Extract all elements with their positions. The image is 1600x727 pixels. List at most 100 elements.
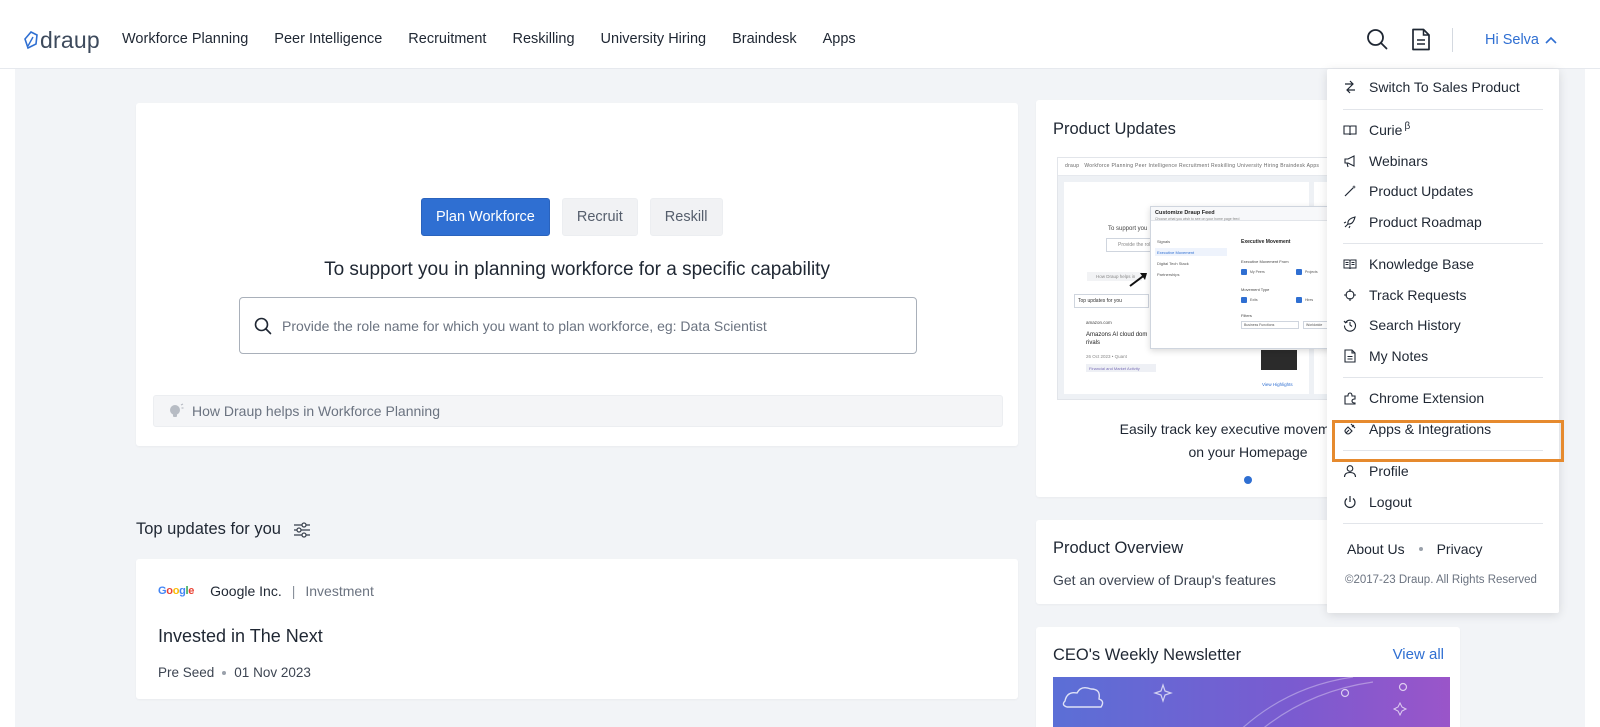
menu-label: Logout — [1369, 494, 1412, 510]
copyright-text: ©2017-23 Draup. All Rights Reserved — [1345, 574, 1537, 586]
nav-reskilling[interactable]: Reskilling — [512, 31, 574, 47]
sliders-icon[interactable] — [293, 521, 311, 539]
preview-popup-form-label: Executive Movement From — [1241, 259, 1289, 264]
preview-popup-type-option-1: Hires — [1305, 298, 1314, 302]
header-divider — [1452, 28, 1453, 52]
how-draup-helps-link[interactable]: How Draup helps in Workforce Planning — [153, 395, 1003, 427]
tab-reskill[interactable]: Reskill — [649, 198, 723, 236]
carousel-dot-active[interactable] — [1244, 476, 1252, 484]
menu-knowledge-base[interactable]: Knowledge Base — [1343, 254, 1474, 274]
update-company[interactable]: Google Inc. — [210, 583, 282, 599]
preview-bg-view: View Highlights — [1262, 382, 1293, 387]
how-draup-helps-text: How Draup helps in Workforce Planning — [192, 403, 440, 419]
newsletter-banner[interactable] — [1053, 677, 1450, 727]
draup-leaf-icon — [24, 30, 38, 49]
menu-label: My Notes — [1369, 348, 1429, 364]
role-search-placeholder: Provide the role name for which you want… — [282, 317, 767, 334]
capability-tabs: Plan Workforce Recruit Reskill — [421, 198, 723, 236]
preview-popup-filter-0: Business Functions — [1244, 323, 1275, 327]
nav-recruitment[interactable]: Recruitment — [408, 31, 486, 47]
main-nav: Workforce Planning Peer Intelligence Rec… — [122, 31, 882, 47]
tab-plan-workforce[interactable]: Plan Workforce — [421, 198, 550, 236]
preview-bg-text2: Provide the role — [1118, 242, 1154, 248]
role-search-input[interactable]: Provide the role name for which you want… — [239, 297, 917, 354]
menu-label: Product Roadmap — [1369, 214, 1482, 230]
user-icon — [1343, 464, 1357, 478]
notes-icon[interactable] — [1411, 28, 1431, 56]
nav-braindesk[interactable]: Braindesk — [732, 31, 796, 47]
preview-popup-filter-1: Worldwide — [1306, 323, 1323, 327]
google-logo: Google — [158, 585, 195, 597]
tab-recruit[interactable]: Recruit — [561, 198, 638, 236]
menu-curie[interactable]: Curie β — [1343, 120, 1410, 140]
menu-product-updates[interactable]: Product Updates — [1343, 181, 1473, 201]
preview-bg-title2: rivals — [1086, 340, 1101, 346]
nav-university-hiring[interactable]: University Hiring — [601, 31, 707, 47]
update-card-meta-row: Google Google Inc. | Investment — [158, 583, 374, 599]
menu-switch-to-sales[interactable]: Switch To Sales Product — [1343, 77, 1520, 97]
draup-logo[interactable]: draup — [24, 27, 100, 54]
preview-bg-text1: To support you — [1108, 226, 1148, 232]
menu-track-requests[interactable]: Track Requests — [1343, 285, 1467, 305]
about-us-link[interactable]: About Us — [1347, 541, 1405, 557]
preview-bg-source: amazon.com — [1086, 320, 1112, 325]
user-menu-toggle[interactable]: Hi Selva — [1485, 32, 1557, 48]
preview-popup-type-label: Movement Type — [1241, 287, 1270, 292]
update-date: 01 Nov 2023 — [234, 665, 311, 680]
highlight-box — [1332, 420, 1564, 462]
menu-product-roadmap[interactable]: Product Roadmap — [1343, 212, 1482, 232]
preview-popup-item-2: Digital Tech Stack — [1157, 261, 1189, 266]
menu-label: Curie — [1369, 122, 1403, 138]
wand-icon — [1343, 184, 1357, 198]
note-icon — [1343, 349, 1357, 363]
product-updates-title: Product Updates — [1053, 120, 1176, 138]
menu-search-history[interactable]: Search History — [1343, 315, 1461, 335]
nav-peer-intelligence[interactable]: Peer Intelligence — [274, 31, 382, 47]
history-icon — [1343, 318, 1357, 332]
preview-popup-form-option-1: Projects — [1305, 270, 1318, 274]
search-icon[interactable] — [1366, 28, 1388, 55]
lightbulb-icon — [170, 403, 184, 417]
menu-label: Chrome Extension — [1369, 390, 1485, 406]
menu-my-notes[interactable]: My Notes — [1343, 346, 1428, 366]
book-open-icon — [1343, 257, 1357, 271]
preview-popup-type-option-0: Exits — [1250, 298, 1258, 302]
ceo-newsletter-title: CEO's Weekly Newsletter — [1053, 646, 1242, 664]
logo-text: draup — [40, 27, 100, 53]
menu-label: Webinars — [1369, 153, 1428, 169]
preview-popup-subtitle: Choose what you wish to see on your home… — [1155, 217, 1240, 221]
menu-label: Profile — [1369, 463, 1409, 479]
product-overview-subtitle: Get an overview of Draup's features — [1053, 572, 1276, 588]
preview-nav: Workforce Planning Peer Intelligence Rec… — [1084, 163, 1320, 169]
menu-divider — [1343, 243, 1543, 244]
meta-dot — [222, 670, 227, 675]
ceo-newsletter-card: CEO's Weekly Newsletter View all — [1036, 627, 1460, 727]
greeting-text: Hi Selva — [1485, 32, 1539, 48]
update-title[interactable]: Invested in The Next — [158, 626, 323, 647]
menu-webinars[interactable]: Webinars — [1343, 151, 1428, 171]
beta-badge: β — [1404, 120, 1411, 132]
menu-divider — [1343, 523, 1543, 524]
menu-chrome-extension[interactable]: Chrome Extension — [1343, 388, 1484, 408]
update-meta: Pre Seed 01 Nov 2023 — [158, 665, 311, 680]
rocket-icon — [1343, 215, 1357, 229]
nav-workforce-planning[interactable]: Workforce Planning — [122, 31, 248, 47]
preview-popup-item-3: Partnerships — [1157, 272, 1180, 277]
preview-bg-meta: 26 Oct 2023 • Quant — [1086, 354, 1127, 359]
preview-popup-form-option-0: My Peers — [1250, 270, 1265, 274]
view-all-link[interactable]: View all — [1393, 646, 1444, 663]
hero-card: Plan Workforce Recruit Reskill To suppor… — [136, 103, 1018, 446]
preview-customize-popup: Customize Draup Feed Choose what you wis… — [1150, 206, 1340, 349]
preview-brand: draup — [1065, 163, 1080, 169]
arrow-pointer-icon — [1129, 273, 1147, 287]
menu-logout[interactable]: Logout — [1343, 492, 1412, 512]
hero-heading: To support you in planning workforce for… — [324, 259, 830, 280]
search-icon — [254, 317, 272, 334]
update-card[interactable]: Google Google Inc. | Investment Invested… — [136, 559, 1018, 699]
update-separator: | — [291, 583, 296, 599]
nav-apps[interactable]: Apps — [823, 31, 856, 47]
user-dropdown-menu: Switch To Sales Product Curie β Webinars … — [1327, 69, 1559, 613]
update-category: Investment — [305, 583, 374, 599]
menu-profile[interactable]: Profile — [1343, 461, 1409, 481]
privacy-link[interactable]: Privacy — [1437, 541, 1483, 557]
